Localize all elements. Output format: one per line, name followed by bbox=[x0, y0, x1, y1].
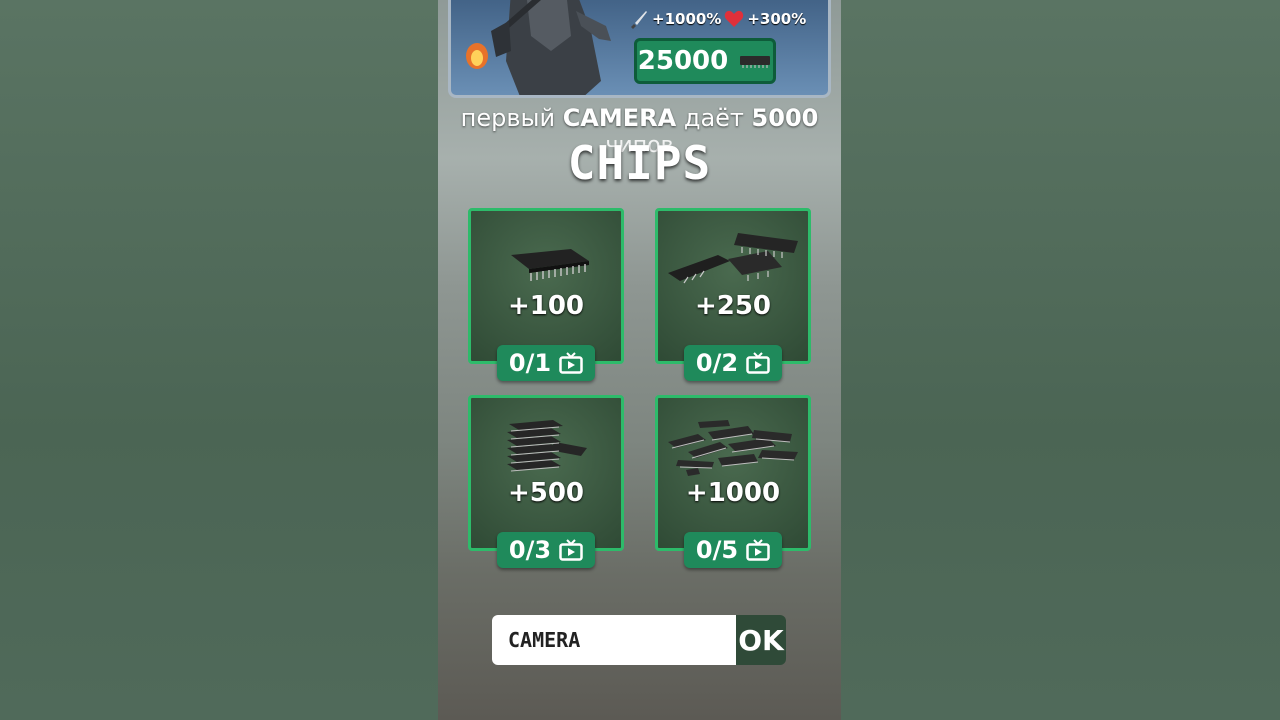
reward-amount: +500 bbox=[507, 478, 585, 508]
flame-icon bbox=[466, 43, 488, 69]
single-chip-image bbox=[511, 249, 589, 281]
tv-icon bbox=[559, 352, 583, 374]
character-offer-banner[interactable]: +1000% +300% 25000 bbox=[448, 0, 831, 98]
tv-icon bbox=[746, 352, 770, 374]
offer-stats: +1000% +300% bbox=[629, 9, 806, 29]
buy-button[interactable]: 25000 bbox=[634, 38, 776, 84]
promo-hint: первый CAMERA даёт 5000 bbox=[438, 104, 841, 132]
tv-icon bbox=[746, 539, 770, 561]
price-value: 25000 bbox=[637, 46, 729, 76]
ok-button[interactable]: OK bbox=[736, 615, 786, 665]
blurred-background-left bbox=[0, 0, 438, 720]
ad-progress: 0/1 bbox=[508, 349, 552, 377]
health-bonus: +300% bbox=[747, 10, 807, 28]
blurred-background-right bbox=[841, 0, 1280, 720]
page-title: CHIPS bbox=[567, 136, 712, 190]
chip-heap-image bbox=[668, 420, 798, 476]
watch-ad-button[interactable]: 0/3 bbox=[497, 532, 595, 568]
promo-code-value: CAMERA bbox=[508, 628, 581, 652]
promo-hint-prefix: первый bbox=[460, 104, 556, 132]
character-image bbox=[491, 0, 611, 95]
ad-progress: 0/3 bbox=[508, 536, 552, 564]
watch-ad-button[interactable]: 0/2 bbox=[684, 345, 782, 381]
reward-amount: +250 bbox=[694, 291, 772, 321]
reward-card-100[interactable]: +100 0/1 bbox=[468, 208, 624, 381]
reward-card-500[interactable]: +500 0/3 bbox=[468, 395, 624, 568]
chip-pile-small-image bbox=[668, 233, 798, 284]
watch-ad-button[interactable]: 0/1 bbox=[497, 345, 595, 381]
promo-code-input[interactable]: CAMERA bbox=[492, 615, 738, 665]
promo-hint-amount: 5000 bbox=[751, 104, 819, 132]
knife-icon bbox=[631, 11, 647, 29]
reward-card-1000[interactable]: +1000 0/5 bbox=[655, 395, 811, 568]
heart-icon bbox=[725, 10, 744, 27]
tv-icon bbox=[559, 539, 583, 561]
chip-stack-image bbox=[507, 420, 587, 472]
promo-hint-code: CAMERA bbox=[562, 104, 677, 132]
promo-hint-middle: даёт bbox=[683, 104, 744, 132]
ad-progress: 0/2 bbox=[695, 349, 739, 377]
damage-bonus: +1000% bbox=[652, 10, 722, 28]
ad-progress: 0/5 bbox=[695, 536, 739, 564]
game-screen: +1000% +300% 25000 первый CAMERA даёт 50… bbox=[438, 0, 841, 720]
watch-ad-button[interactable]: 0/5 bbox=[684, 532, 782, 568]
reward-amount: +1000 bbox=[685, 478, 781, 508]
reward-card-250[interactable]: +250 0/2 bbox=[655, 208, 811, 381]
chip-icon bbox=[740, 56, 771, 68]
reward-amount: +100 bbox=[507, 291, 585, 321]
